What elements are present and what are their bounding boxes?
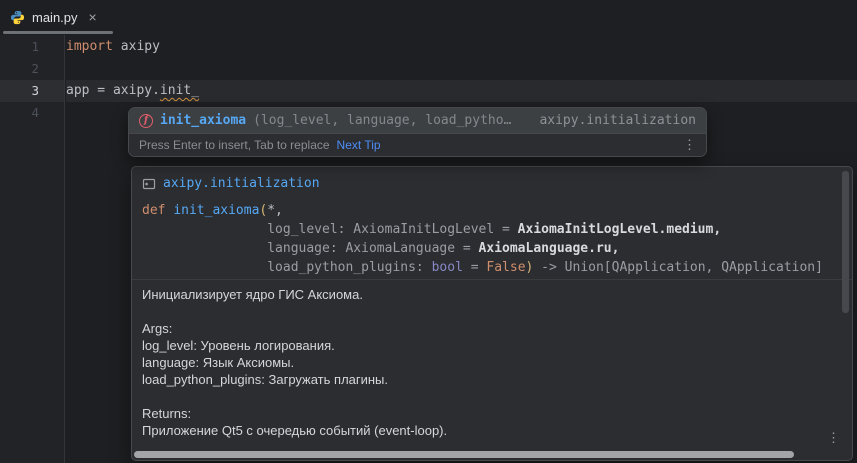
active-tab-indicator <box>3 31 113 34</box>
documentation-popup: axipy.initialization def init_axioma(*, … <box>131 166 853 461</box>
line-number: 2 <box>0 58 64 80</box>
doc-text-line: load_python_plugins: Загружать плагины. <box>142 371 826 388</box>
signature-line: language: AxiomaLanguage = AxiomaLanguag… <box>142 239 823 258</box>
tab-main-py[interactable]: main.py × <box>10 4 97 30</box>
completion-name: init_axioma <box>160 113 246 128</box>
doc-text-line <box>142 388 826 405</box>
doc-text-line: Приложение Qt5 с очередью событий (event… <box>142 422 826 439</box>
import-module: axipy <box>113 39 160 54</box>
python-icon <box>10 10 25 25</box>
vertical-scrollbar-thumb[interactable] <box>842 171 849 313</box>
doc-description: Инициализирует ядро ГИС Аксиома. Args: l… <box>142 286 826 439</box>
doc-signature: def init_axioma(*, log_level: AxiomaInit… <box>142 201 823 277</box>
completion-popup: f init_axioma (log_level, language, load… <box>128 107 707 157</box>
completion-module: axipy.initialization <box>539 113 696 128</box>
signature-line: def init_axioma(*, <box>142 201 823 220</box>
hint-text: Press Enter to insert, Tab to replace <box>139 138 330 152</box>
completion-params: (log_level, language, load_pytho… <box>253 113 511 128</box>
package-icon <box>142 177 156 191</box>
import-keyword: import <box>66 39 113 54</box>
line-number: 1 <box>0 36 64 58</box>
doc-text-line: language: Язык Аксиомы. <box>142 354 826 371</box>
doc-text-line: log_level: Уровень логирования. <box>142 337 826 354</box>
signature-line: log_level: AxiomaInitLogLevel = AxiomaIn… <box>142 220 823 239</box>
code-text: app = axipy. <box>66 83 160 98</box>
editor-tab-bar: main.py × <box>0 0 857 35</box>
doc-text-line: Инициализирует ядро ГИС Аксиома. <box>142 286 826 303</box>
completion-hint-row: Press Enter to insert, Tab to replace Ne… <box>129 134 706 156</box>
next-tip-link[interactable]: Next Tip <box>337 138 381 152</box>
editor-gutter: 1 2 3 4 <box>0 35 65 463</box>
doc-text-line: Returns: <box>142 405 826 422</box>
doc-module-path: axipy.initialization <box>163 176 320 191</box>
signature-line: load_python_plugins: bool = False) -> Un… <box>142 258 823 277</box>
more-options-icon[interactable]: ⋮ <box>683 137 696 153</box>
doc-header: axipy.initialization <box>142 176 320 191</box>
ide-window: main.py × 1 2 3 4 import axipy app = axi… <box>0 0 857 463</box>
line-number-current: 3 <box>0 80 64 102</box>
code-line-1[interactable]: import axipy <box>66 36 160 58</box>
code-line-3[interactable]: app = axipy.init_ <box>66 80 199 102</box>
doc-text-line <box>142 303 826 320</box>
more-options-icon[interactable]: ⋮ <box>827 430 840 446</box>
function-icon: f <box>139 114 153 128</box>
tab-title: main.py <box>32 10 78 25</box>
completion-item-selected[interactable]: f init_axioma (log_level, language, load… <box>129 108 706 134</box>
doc-text-line: Args: <box>142 320 826 337</box>
horizontal-scrollbar-thumb[interactable] <box>134 451 794 458</box>
doc-separator <box>132 279 852 280</box>
line-number: 4 <box>0 102 64 124</box>
close-icon[interactable]: × <box>89 10 97 24</box>
typed-identifier: init_ <box>160 83 199 98</box>
